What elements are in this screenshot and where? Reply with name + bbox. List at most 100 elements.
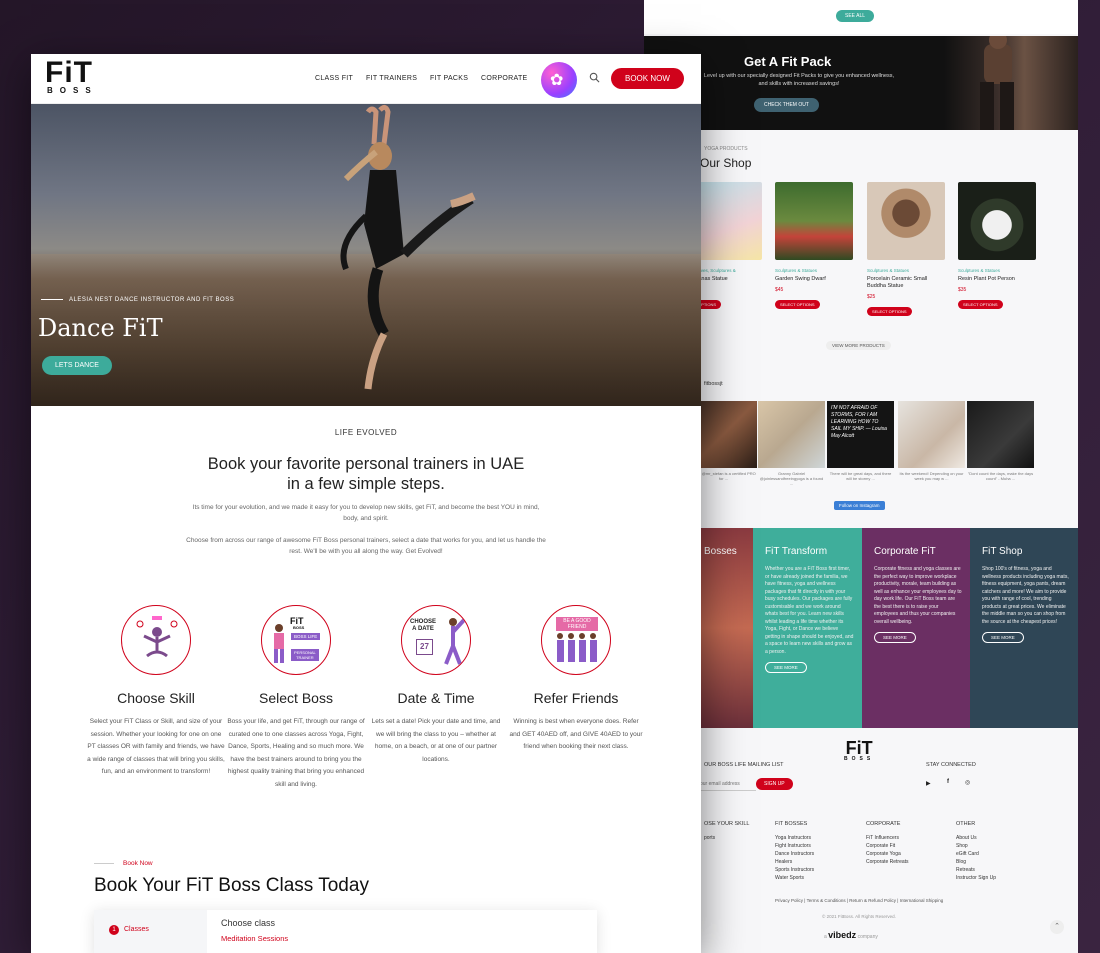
footer-link[interactable]: Corporate Yoga: [866, 850, 909, 858]
panel-title: Corporate FiT: [874, 546, 936, 557]
footer-logo[interactable]: FiT BOSS: [844, 739, 874, 762]
book-now-kicker: Book Now: [94, 860, 153, 867]
company-suffix: company: [857, 934, 878, 940]
panel-text: Corporate fitness and yoga classes are t…: [874, 566, 962, 625]
footer-link[interactable]: Retreats: [956, 866, 996, 874]
hero-tagline: ALESIA NEST DANCE INSTRUCTOR AND FIT BOS…: [41, 297, 234, 303]
wizard-step-classes[interactable]: 1 Classes: [109, 925, 149, 935]
lotus-icon[interactable]: ✿: [541, 62, 577, 98]
shop-title: Our Shop: [700, 156, 752, 170]
product-image[interactable]: [775, 182, 853, 260]
product-name[interactable]: Resin Plant Pot Person: [958, 276, 1036, 283]
class-option[interactable]: Meditation Sessions: [221, 934, 288, 943]
fit-shop-panel[interactable]: FiT Shop Shop 100's of fitness, yoga and…: [970, 528, 1078, 728]
instagram-caption: Granny Gabriel @joinlessandfreeingyoga i…: [759, 471, 824, 486]
footer-link[interactable]: Blog: [956, 858, 996, 866]
footer-link[interactable]: FiT Influencers: [866, 834, 909, 842]
product-card[interactable]: Sculptures & Statues Porcelain Ceramic S…: [867, 182, 945, 318]
fitboss-logo[interactable]: FiT BOSS: [45, 58, 98, 96]
copyright: © 2021 FitBoss. All Rights Reserved.: [822, 914, 896, 919]
instagram-post[interactable]: Granny Gabriel @joinlessandfreeingyoga i…: [758, 401, 825, 486]
instagram-post[interactable]: I'M NOT AFRAID OF STORMS, FOR I AM LEARN…: [827, 401, 894, 481]
footer-link[interactable]: Shop: [956, 842, 996, 850]
step-date-time: CHOOSE A DATE 27 Date & Time Lets set a d…: [367, 605, 505, 766]
footer-link[interactable]: Water Sports: [775, 874, 814, 882]
view-more-products-button[interactable]: VIEW MORE PRODUCTS: [826, 341, 891, 350]
email-field[interactable]: [700, 778, 756, 791]
intro-heading: Book your favorite personal trainers in …: [166, 454, 566, 494]
dancer-photo: [340, 104, 476, 390]
footer-link[interactable]: About Us: [956, 834, 996, 842]
see-more-button[interactable]: SEE MORE: [765, 662, 807, 673]
instagram-icon[interactable]: ◎: [965, 779, 970, 786]
check-them-out-button[interactable]: CHECK THEM OUT: [754, 98, 819, 112]
footer-link[interactable]: Corporate Fit: [866, 842, 909, 850]
facebook-icon[interactable]: f: [947, 779, 949, 785]
see-all-button[interactable]: SEE ALL: [836, 10, 875, 22]
footer-link[interactable]: Dance Instructors: [775, 850, 814, 858]
footer-link[interactable]: eGift Card: [956, 850, 996, 858]
panel-text: Shop 100's of fitness, yoga and wellness…: [982, 566, 1069, 625]
step-title: Choose Skill: [117, 690, 195, 706]
company-prefix: a: [824, 934, 827, 940]
product-price: $35: [958, 287, 967, 293]
icon-text-block: CHOOSE A DATE: [410, 619, 436, 633]
footer-col-title: OTHER: [956, 821, 976, 827]
select-options-button[interactable]: SELECT OPTIONS: [867, 307, 912, 316]
intro-heading-line: Book your favorite personal trainers in …: [207, 455, 525, 473]
stay-connected-label: STAY CONNECTED: [926, 762, 976, 768]
book-now-button[interactable]: BOOK NOW: [611, 68, 684, 89]
product-card[interactable]: Sculptures & Statues Garden Swing Dwarf …: [775, 182, 853, 311]
instagram-post[interactable]: "Dont count the days, make the days coun…: [967, 401, 1034, 481]
nav-class-fit[interactable]: CLASS FIT: [315, 75, 353, 82]
product-category[interactable]: Sculptures & Statues: [867, 268, 945, 273]
vibedz-logo[interactable]: vibedz: [828, 930, 856, 940]
calendar-icon: CHOOSE A DATE 27: [401, 605, 471, 675]
search-icon[interactable]: [589, 72, 600, 83]
corporate-fit-panel[interactable]: Corporate FiT Corporate fitness and yoga…: [862, 528, 971, 728]
product-category[interactable]: Sculptures & Statues: [775, 268, 853, 273]
see-all-section: SEE ALL: [644, 0, 1078, 34]
follow-on-instagram-button[interactable]: Follow on Instagram: [834, 501, 885, 510]
footer-link[interactable]: ports: [704, 834, 749, 842]
scroll-to-top-icon[interactable]: ⌃: [1050, 920, 1064, 934]
select-options-button[interactable]: SELECT OPTIONS: [958, 300, 1003, 309]
section-kicker: LIFE EVOLVED: [334, 428, 398, 437]
select-options-button[interactable]: SELECT OPTIONS: [775, 300, 820, 309]
product-name[interactable]: Garden Swing Dwarf: [775, 276, 853, 283]
fit-transform-panel[interactable]: FiT Transform Whether you are a FiT Boss…: [753, 528, 862, 728]
nav-fit-trainers[interactable]: FIT TRAINERS: [366, 75, 417, 82]
footer-link[interactable]: Sports Instructors: [775, 866, 814, 874]
footer-link[interactable]: Fight Instructors: [775, 842, 814, 850]
youtube-icon[interactable]: ▶: [926, 780, 931, 787]
see-more-button[interactable]: SEE MORE: [982, 632, 1024, 643]
step-select-boss: FiT BOSS BOSS LIFE PERSONAL TRAINER Selec…: [227, 605, 365, 791]
wizard-sidebar: 1 Classes: [94, 910, 207, 953]
footer-link[interactable]: Yoga Instructors: [775, 834, 814, 842]
instagram-handle[interactable]: fitbossjt: [704, 381, 723, 387]
nav-corporate[interactable]: CORPORATE: [481, 75, 528, 82]
see-more-button[interactable]: SEE MORE: [874, 632, 916, 643]
main-page-screenshot: FiT BOSS CLASS FIT FIT TRAINERS FIT PACK…: [31, 54, 701, 953]
product-name[interactable]: Porcelain Ceramic Small Buddha Statue: [867, 276, 945, 290]
footer-link[interactable]: Corporate Retreats: [866, 858, 909, 866]
product-image[interactable]: [867, 182, 945, 260]
step-title: Date & Time: [397, 690, 475, 706]
instagram-quote[interactable]: I'M NOT AFRAID OF STORMS, FOR I AM LEARN…: [827, 401, 894, 468]
footer-link[interactable]: Instructor Sign Up: [956, 874, 996, 882]
product-category[interactable]: Sculptures & Statues: [958, 268, 1036, 273]
lets-dance-button[interactable]: LETS DANCE: [42, 356, 112, 375]
footer-col-title: FiT BOSSES: [775, 821, 808, 827]
instagram-post[interactable]: Its the weekend! Depending on your week …: [898, 401, 965, 481]
footer-link[interactable]: Healers: [775, 858, 814, 866]
product-image[interactable]: [958, 182, 1036, 260]
product-card[interactable]: Sculptures & Statues Resin Plant Pot Per…: [958, 182, 1036, 311]
legal-links[interactable]: Privacy Policy | Terms & Conditions | Re…: [775, 898, 943, 903]
sign-up-button[interactable]: SIGN UP: [756, 778, 793, 790]
step-text: Boss your life, and get FiT, through our…: [227, 718, 365, 788]
hero-tagline-text: ALESIA NEST DANCE INSTRUCTOR AND FIT BOS…: [69, 297, 235, 303]
nav-fit-packs[interactable]: FIT PACKS: [430, 75, 468, 82]
panel-title: Bosses: [704, 546, 737, 557]
icon-text: TRAINER: [296, 655, 314, 660]
footer-col-corporate: CORPORATE FiT Influencers Corporate Fit …: [866, 820, 909, 866]
